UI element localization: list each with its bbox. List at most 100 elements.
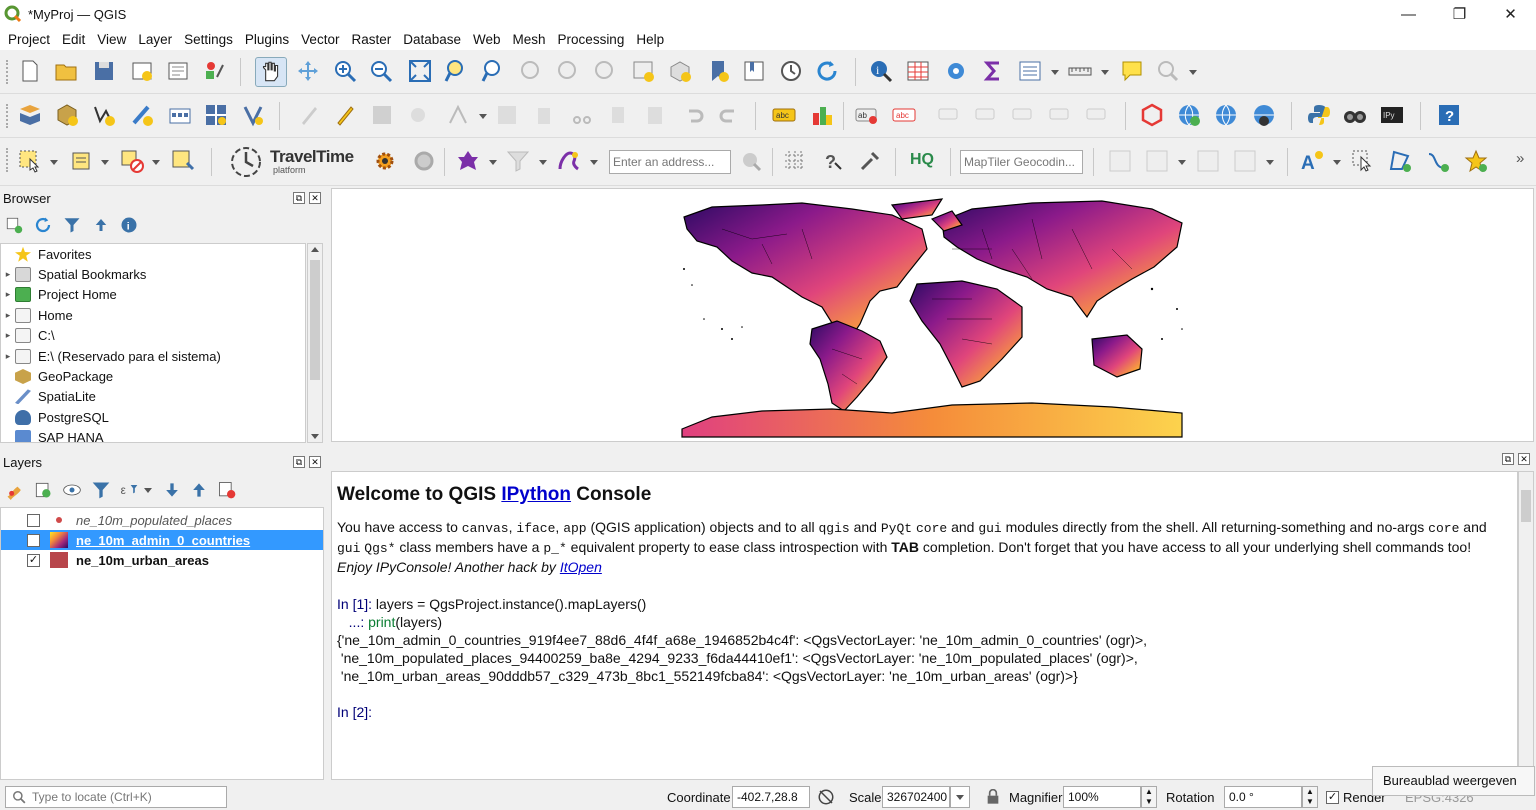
select-location-icon[interactable] (171, 149, 195, 173)
open-field-calculator-icon[interactable] (1018, 59, 1042, 83)
python-console-icon[interactable] (1307, 103, 1331, 127)
expand-arrow-icon[interactable]: ▸ (1, 351, 15, 362)
measure-line-icon[interactable] (1068, 59, 1092, 83)
geometry-checker-icon[interactable] (1140, 103, 1164, 127)
layer-visibility-checkbox[interactable] (27, 513, 40, 527)
tools-wrench-icon[interactable] (858, 149, 882, 173)
select-features-icon[interactable] (18, 149, 42, 173)
open-layer-styling-icon[interactable] (5, 480, 25, 500)
browser-item-spatialite[interactable]: SpatiaLite (1, 387, 305, 407)
properties-info-icon[interactable]: i (120, 216, 138, 234)
dropdown-caret[interactable] (1051, 70, 1059, 75)
scroll-up-arrow-icon[interactable] (311, 247, 319, 252)
zoom-full-icon[interactable] (408, 59, 432, 83)
menu-raster[interactable]: Raster (345, 32, 397, 47)
browser-item-project-home[interactable]: ▸ Project Home (1, 285, 305, 305)
quickmapservices-icon[interactable] (1177, 103, 1201, 127)
menu-plugins[interactable]: Plugins (239, 32, 295, 47)
menu-help[interactable]: Help (630, 32, 670, 47)
coordinate-field[interactable]: -402.7,28.8 (732, 786, 810, 808)
digitize-vertex-icon[interactable] (92, 103, 116, 127)
create-line-annotation-icon[interactable] (1426, 149, 1450, 173)
console-scrollbar[interactable] (1518, 471, 1534, 780)
console-input-line[interactable]: In [2]: (337, 703, 1512, 721)
add-raster-layer-icon[interactable] (168, 103, 192, 127)
layer-visibility-checkbox[interactable]: ✓ (27, 533, 40, 547)
traveltime-button[interactable]: TravelTime platform (226, 142, 356, 182)
new-3d-view-icon[interactable] (668, 59, 692, 83)
layer-row-admin-countries[interactable]: ✓ ne_10m_admin_0_countries (1, 530, 323, 550)
metasearch-icon[interactable] (1214, 103, 1238, 127)
menu-settings[interactable]: Settings (178, 32, 239, 47)
plugin-reloader-icon[interactable] (1343, 103, 1367, 127)
menu-project[interactable]: Project (2, 32, 56, 47)
annotation-text-icon[interactable]: A (1300, 149, 1324, 173)
toolbar-overflow-button[interactable]: » (1516, 150, 1524, 167)
new-temporary-layer-icon[interactable] (130, 103, 154, 127)
close-panel-icon[interactable]: ✕ (309, 456, 321, 468)
collapse-all-layers-icon[interactable] (189, 480, 209, 500)
expand-arrow-icon[interactable]: ▸ (1, 289, 15, 300)
layout-manager-icon[interactable] (166, 59, 190, 83)
render-checkbox[interactable]: ✓ (1326, 790, 1339, 804)
browser-item-home[interactable]: ▸ Home (1, 305, 305, 325)
minimize-button[interactable]: — (1383, 0, 1434, 28)
menu-web[interactable]: Web (467, 32, 507, 47)
collapse-all-icon[interactable] (92, 216, 110, 234)
rotation-field[interactable]: 0.0 ° (1224, 786, 1302, 808)
modify-annotation-icon[interactable] (1351, 149, 1375, 173)
hq-plugin-button[interactable]: HQ (910, 151, 934, 169)
browser-item-sap-hana[interactable]: SAP HANA (1, 428, 305, 442)
pan-tool-button[interactable] (255, 57, 287, 87)
toolbar-grip[interactable] (6, 148, 9, 172)
zoom-out-icon[interactable] (369, 59, 393, 83)
dropdown-caret[interactable] (590, 160, 598, 165)
toggle-editing-icon[interactable] (333, 103, 357, 127)
scrollbar-thumb[interactable] (1521, 490, 1531, 522)
maximize-button[interactable]: ❐ (1434, 0, 1485, 28)
routes-tool-icon[interactable] (456, 149, 480, 173)
dropdown-caret[interactable] (1178, 160, 1186, 165)
toggle-extents-icon[interactable] (817, 788, 835, 806)
ipython-console[interactable]: Welcome to QGIS IPython Console You have… (331, 471, 1518, 780)
scale-field[interactable]: 326702400 (882, 786, 950, 808)
isochrone-tool-icon[interactable] (557, 149, 581, 173)
dropdown-caret[interactable] (50, 160, 58, 165)
dropdown-caret[interactable] (1266, 160, 1274, 165)
temporal-controller-icon[interactable] (779, 59, 803, 83)
help-contents-icon[interactable]: ? (1437, 103, 1461, 127)
select-by-value-icon[interactable] (70, 149, 94, 173)
float-panel-icon[interactable]: ⧉ (293, 456, 305, 468)
browser-item-favorites[interactable]: Favorites (1, 244, 305, 264)
dropdown-caret[interactable] (489, 160, 497, 165)
toggle-display-labels-icon[interactable]: abc (892, 103, 916, 127)
layer-diagram-icon[interactable] (810, 103, 834, 127)
attribute-table-icon[interactable] (906, 59, 930, 83)
dropdown-caret[interactable] (144, 488, 152, 493)
pan-to-selection-icon[interactable] (296, 59, 320, 83)
rotation-spinner[interactable]: ▲ ▼ (1302, 786, 1318, 808)
globe-settings-icon[interactable] (1252, 103, 1276, 127)
add-wms-layer-icon[interactable] (204, 103, 228, 127)
remove-layer-icon[interactable] (217, 480, 237, 500)
zoom-to-layer-icon[interactable] (481, 59, 505, 83)
scrollbar-thumb[interactable] (310, 260, 320, 380)
ipython-console-icon[interactable]: IPy (1380, 103, 1404, 127)
close-panel-icon[interactable]: ✕ (309, 192, 321, 204)
menu-mesh[interactable]: Mesh (507, 32, 552, 47)
float-panel-icon[interactable]: ⧉ (293, 192, 305, 204)
layer-row-populated-places[interactable]: ne_10m_populated_places (1, 510, 323, 530)
menu-database[interactable]: Database (397, 32, 467, 47)
address-search-input[interactable]: Enter an address... (609, 150, 731, 174)
menu-vector[interactable]: Vector (295, 32, 345, 47)
data-source-manager-icon[interactable] (18, 103, 42, 127)
new-map-view-icon[interactable] (631, 59, 655, 83)
dropdown-caret[interactable] (1333, 160, 1341, 165)
layer-row-urban-areas[interactable]: ✓ ne_10m_urban_areas (1, 550, 323, 570)
close-button[interactable]: ✕ (1485, 0, 1536, 28)
magnifier-spinner[interactable]: ▲ ▼ (1141, 786, 1157, 808)
filter-by-expression-icon[interactable]: ε (119, 480, 139, 500)
dropdown-caret[interactable] (1189, 70, 1197, 75)
browser-item-postgresql[interactable]: PostgreSQL (1, 407, 305, 427)
expand-all-icon[interactable] (162, 480, 182, 500)
